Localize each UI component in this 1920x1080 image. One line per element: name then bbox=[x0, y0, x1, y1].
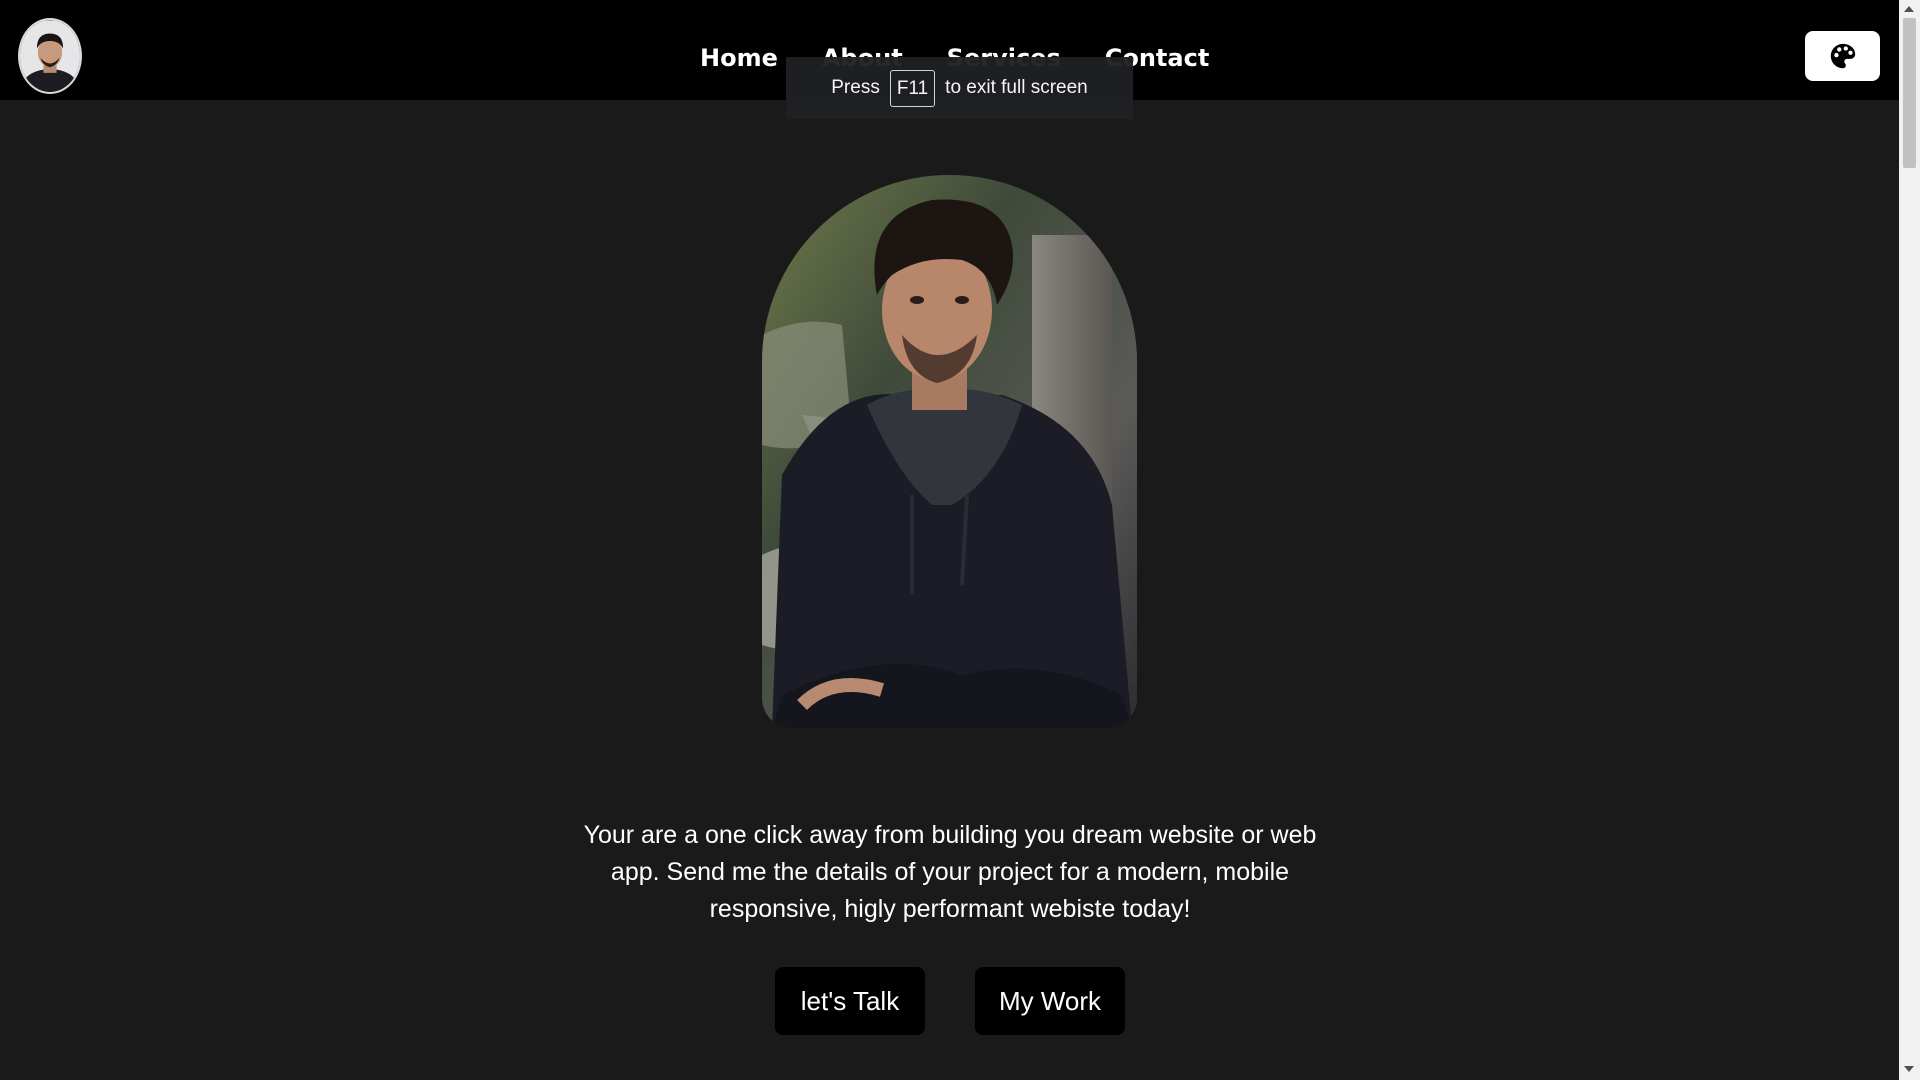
palette-icon bbox=[1830, 43, 1855, 69]
avatar-portrait-image bbox=[20, 20, 80, 92]
intro-text: Your are a one click away from building … bbox=[583, 821, 1317, 923]
theme-toggle-button[interactable] bbox=[1805, 31, 1880, 81]
nav-link-home[interactable]: Home bbox=[700, 44, 778, 72]
page: Home About Services Contact Press F11 to… bbox=[0, 0, 1920, 1080]
fullscreen-notice: Press F11 to exit full screen bbox=[786, 57, 1133, 119]
vertical-scrollbar[interactable] bbox=[1899, 0, 1920, 1080]
scroll-up-arrow-icon[interactable] bbox=[1904, 6, 1914, 12]
fullscreen-notice-key: F11 bbox=[889, 69, 936, 107]
avatar[interactable] bbox=[18, 18, 82, 94]
my-work-button[interactable]: My Work bbox=[975, 967, 1125, 1035]
scroll-down-arrow-icon[interactable] bbox=[1904, 1066, 1914, 1072]
fullscreen-notice-prefix: Press bbox=[831, 77, 880, 98]
lets-talk-button[interactable]: let's Talk bbox=[775, 967, 925, 1035]
hero-portrait-image bbox=[762, 175, 1137, 728]
scroll-thumb[interactable] bbox=[1903, 18, 1916, 168]
hero-portrait-illustration bbox=[762, 175, 1137, 728]
fullscreen-notice-suffix: to exit full screen bbox=[945, 77, 1088, 98]
